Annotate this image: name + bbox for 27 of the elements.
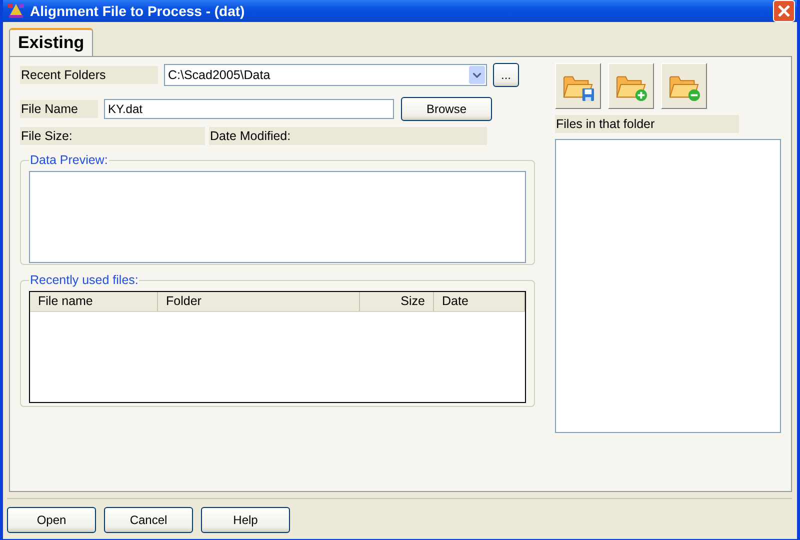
caret-icon — [473, 72, 481, 78]
folder-tool-button[interactable] — [608, 63, 654, 109]
field-label: File Size: — [20, 127, 205, 145]
app-icon — [7, 2, 25, 20]
folder-tool-button[interactable] — [661, 63, 707, 109]
panel-label: Files in that folder — [555, 115, 739, 133]
column-header[interactable]: Folder — [158, 292, 360, 311]
column-header[interactable]: Date — [434, 292, 525, 311]
field-label: Date Modified: — [209, 127, 487, 145]
field-label: Recent Folders — [20, 66, 158, 84]
window-title: Alignment File to Process - (dat) — [30, 3, 246, 19]
dialog-button[interactable]: Open — [7, 507, 96, 533]
dialog-button[interactable]: Help — [201, 507, 290, 533]
group-title: Recently used files: — [29, 273, 140, 287]
file-name-field[interactable]: KY.dat — [104, 99, 394, 119]
column-header[interactable]: File name — [30, 292, 158, 311]
folder-tool-button[interactable] — [555, 63, 601, 109]
close-icon — [777, 4, 791, 18]
column-header[interactable]: Size — [360, 292, 434, 311]
close-button[interactable] — [773, 0, 795, 22]
group-title: Data Preview: — [29, 153, 109, 167]
tab[interactable]: Existing — [9, 28, 94, 56]
more-button[interactable]: ... — [493, 63, 519, 87]
field-label: File Name — [20, 100, 98, 118]
dialog-button[interactable]: Cancel — [104, 507, 193, 533]
folder-dropdown[interactable]: C:\Scad2005\Data — [164, 64, 487, 86]
browse-button[interactable]: Browse — [401, 97, 492, 121]
